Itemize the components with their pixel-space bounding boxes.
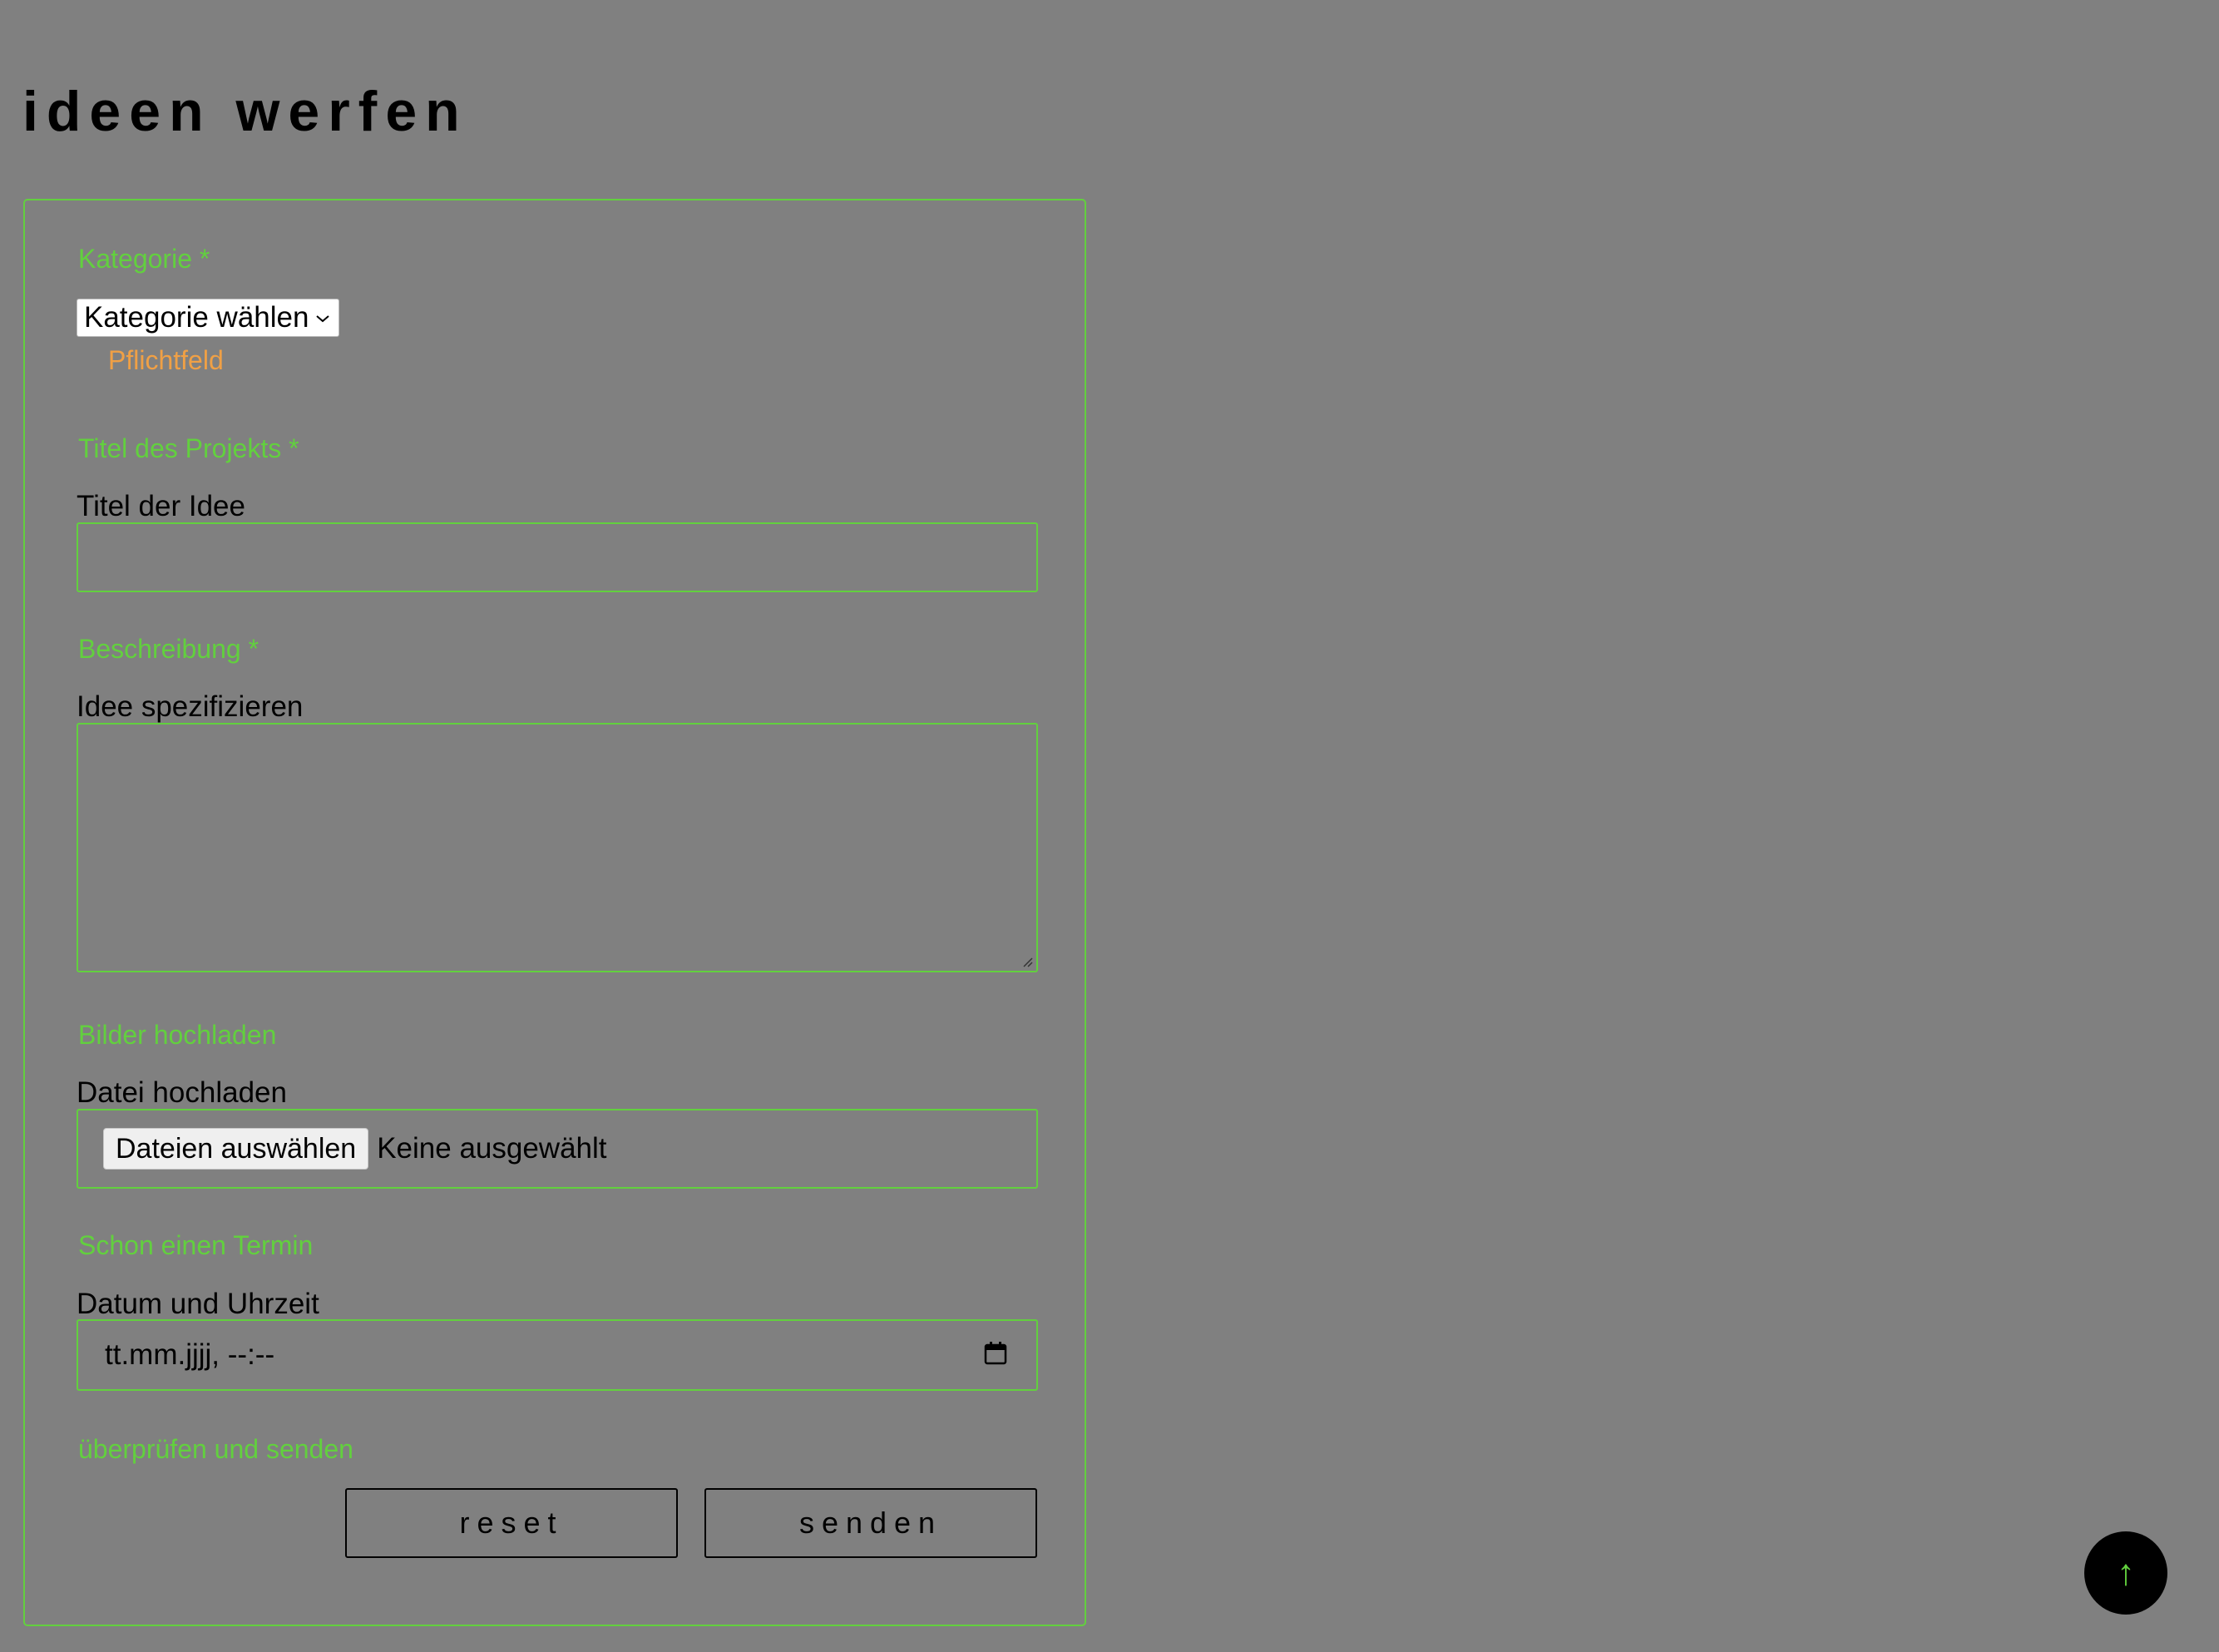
reset-button[interactable]: reset — [345, 1488, 678, 1558]
resize-handle-icon[interactable] — [1021, 956, 1033, 967]
title-input[interactable] — [77, 522, 1038, 592]
description-label: Idee spezifizieren — [77, 690, 304, 723]
required-hint: Pflichtfeld — [108, 345, 224, 375]
submit-legend: überprüfen und senden — [78, 1434, 353, 1464]
datetime-label: Datum und Uhrzeit — [77, 1288, 319, 1320]
description-textarea[interactable] — [77, 723, 1038, 972]
send-button[interactable]: senden — [704, 1488, 1037, 1558]
description-legend: Beschreibung * — [78, 634, 259, 664]
file-status: Keine ausgewählt — [377, 1132, 607, 1165]
scroll-to-top-button[interactable]: ↑ — [2084, 1531, 2167, 1615]
title-legend: Titel des Projekts * — [78, 433, 299, 463]
datetime-placeholder: tt.mm.jjjj, --:-- — [105, 1338, 275, 1371]
category-legend: Kategorie * — [78, 244, 210, 274]
upload-legend: Bilder hochladen — [78, 1020, 277, 1050]
appointment-legend: Schon einen Termin — [78, 1230, 314, 1260]
file-input: Dateien auswählen Keine ausgewählt — [77, 1109, 1038, 1189]
arrow-up-icon: ↑ — [2117, 1552, 2135, 1593]
datetime-input[interactable]: tt.mm.jjjj, --:-- — [77, 1319, 1038, 1391]
choose-files-button[interactable]: Dateien auswählen — [103, 1128, 369, 1170]
title-label: Titel der Idee — [77, 490, 245, 522]
calendar-icon[interactable] — [983, 1341, 1008, 1370]
category-select-value: Kategorie wählen — [84, 301, 309, 334]
chevron-down-icon — [315, 307, 330, 329]
page-title: ideen werfen — [22, 80, 468, 143]
idea-form: Kategorie * Kategorie wählen Pflichtfeld… — [23, 199, 1086, 1626]
page: ideen werfen Kategorie * Kategorie wähle… — [0, 0, 2219, 1652]
upload-label: Datei hochladen — [77, 1076, 287, 1109]
category-select[interactable]: Kategorie wählen — [77, 299, 339, 337]
